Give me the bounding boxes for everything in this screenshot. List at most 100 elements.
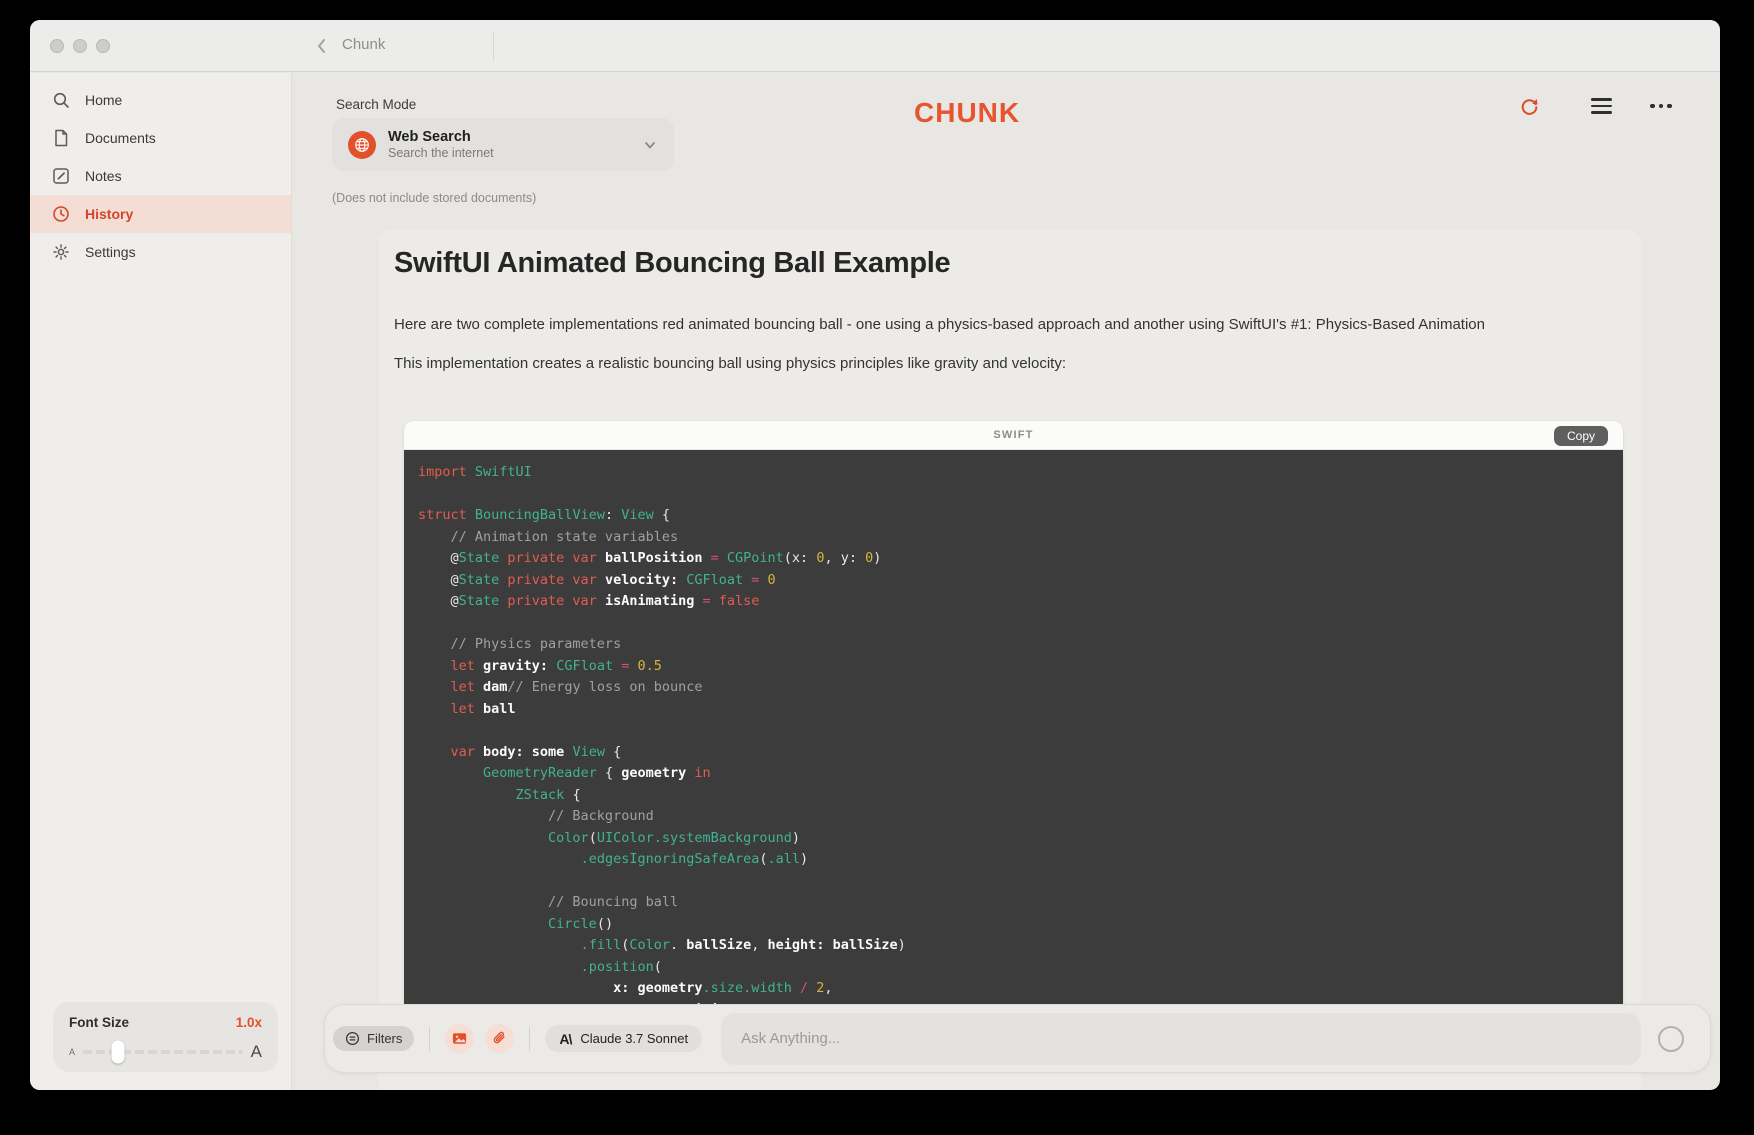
result-card: SwiftUI Animated Bouncing Ball Example H… (379, 229, 1641, 1090)
code-line (418, 871, 1623, 893)
refresh-button[interactable] (1516, 93, 1542, 119)
composer-divider (429, 1027, 430, 1051)
code-line (418, 484, 1623, 506)
font-size-label: Font Size (69, 1015, 129, 1030)
window-title: Chunk (342, 36, 385, 53)
mode-subtitle: Search the internet (388, 146, 630, 160)
zoom-button[interactable] (96, 39, 110, 53)
sidebar-item-label: History (85, 206, 133, 222)
article-paragraph: This implementation creates a realistic … (394, 354, 1594, 373)
image-icon (451, 1030, 468, 1047)
sidebar-item-notes[interactable]: Notes (30, 157, 291, 195)
sidebar-items: Home Documents Notes History Settings (30, 73, 291, 271)
composer-divider (529, 1027, 530, 1051)
history-icon (52, 205, 70, 223)
sidebar: Home Documents Notes History Settings Font S… (30, 73, 292, 1090)
composer-bar: Filters A\ Claude 3.7 Sonnet (324, 1004, 1711, 1073)
font-size-max-label: A (251, 1042, 262, 1062)
code-line: let gravity: CGFloat = 0.5 (418, 656, 1623, 678)
font-size-value: 1.0x (236, 1015, 262, 1030)
code-line: @State private var ballPosition = CGPoin… (418, 548, 1623, 570)
code-line: let ball (418, 699, 1623, 721)
sidebar-item-label: Documents (85, 130, 156, 146)
code-line: .fill(Color. ballSize, height: ballSize) (418, 935, 1623, 957)
notes-icon (52, 167, 70, 185)
code-line: // Animation state variables (418, 527, 1623, 549)
code-line: let dam// Energy loss on bounce (418, 677, 1623, 699)
titlebar: Chunk (30, 20, 1720, 72)
font-size-min-label: A (69, 1047, 75, 1057)
document-icon (52, 129, 70, 147)
sidebar-item-home[interactable]: Home (30, 81, 291, 119)
code-line: @State private var isAnimating = false (418, 591, 1623, 613)
mode-text: Web Search Search the internet (388, 129, 630, 160)
code-line: // Physics parameters (418, 634, 1623, 656)
slider-thumb[interactable] (112, 1041, 125, 1064)
code-line: x: geometry.size.width / 2, (418, 978, 1623, 1000)
filters-label: Filters (367, 1031, 402, 1046)
search-mode-dropdown[interactable]: Web Search Search the internet (332, 118, 674, 171)
ellipsis-icon (1650, 104, 1672, 109)
code-line: // Bouncing ball (418, 892, 1623, 914)
hamburger-icon (1591, 98, 1612, 113)
attach-button[interactable] (485, 1024, 514, 1053)
code-line: var body: some View { (418, 742, 1623, 764)
code-line: .position( (418, 957, 1623, 979)
search-icon (52, 91, 70, 109)
settings-icon (52, 243, 70, 261)
sidebar-item-settings[interactable]: Settings (30, 233, 291, 271)
chevron-left-icon (310, 34, 334, 58)
app-logo: CHUNK (914, 97, 1020, 129)
code-line: struct BouncingBallView: View { (418, 505, 1623, 527)
globe-icon (348, 131, 376, 159)
font-size-slider[interactable] (83, 1050, 243, 1054)
refresh-icon (1518, 95, 1541, 118)
search-mode-note: (Does not include stored documents) (332, 191, 536, 205)
sidebar-item-label: Home (85, 92, 122, 108)
menu-button[interactable] (1588, 93, 1614, 119)
record-status-button[interactable] (1658, 1026, 1684, 1052)
sidebar-item-label: Settings (85, 244, 136, 260)
code-line: import SwiftUI (418, 462, 1623, 484)
code-block: SWIFT Copy import SwiftUI struct Bouncin… (404, 421, 1623, 1006)
code-line: @State private var velocity: CGFloat = 0 (418, 570, 1623, 592)
model-label: Claude 3.7 Sonnet (580, 1031, 688, 1046)
article-title: SwiftUI Animated Bouncing Ball Example (394, 247, 950, 280)
filter-icon (345, 1031, 360, 1046)
code-language-label: SWIFT (993, 429, 1033, 441)
model-selector[interactable]: A\ Claude 3.7 Sonnet (545, 1025, 702, 1052)
code-line: // Background (418, 806, 1623, 828)
ask-input[interactable] (721, 1013, 1641, 1065)
image-button[interactable] (445, 1024, 474, 1053)
code-lines: import SwiftUI struct BouncingBallView: … (404, 450, 1623, 1006)
code-header: SWIFT Copy (404, 421, 1623, 450)
mode-title: Web Search (388, 129, 630, 145)
code-line (418, 613, 1623, 635)
code-line: .edgesIgnoringSafeArea(.all) (418, 849, 1623, 871)
anthropic-logo-icon: A\ (559, 1031, 571, 1047)
code-line (418, 720, 1623, 742)
paperclip-icon (491, 1030, 508, 1047)
minimize-button[interactable] (73, 39, 87, 53)
code-line: ZStack { (418, 785, 1623, 807)
titlebar-divider (493, 31, 494, 61)
article-paragraphs: Here are two complete implementations re… (394, 295, 1594, 373)
sidebar-item-documents[interactable]: Documents (30, 119, 291, 157)
content-area: Search Mode Web Search Search the intern… (293, 73, 1720, 1090)
article-paragraph: Here are two complete implementations re… (394, 315, 1594, 334)
app-window: Chunk Home Documents Notes History Settings … (30, 20, 1720, 1090)
code-line: Color(UIColor.systemBackground) (418, 828, 1623, 850)
copy-button[interactable]: Copy (1554, 426, 1608, 446)
more-options-button[interactable] (1648, 93, 1674, 119)
traffic-lights (50, 39, 110, 53)
sidebar-item-history[interactable]: History (30, 195, 291, 233)
font-size-panel: Font Size 1.0x A A (53, 1002, 278, 1072)
sidebar-item-label: Notes (85, 168, 122, 184)
back-button[interactable] (310, 34, 334, 58)
code-line: GeometryReader { geometry in (418, 763, 1623, 785)
chevron-down-icon (642, 137, 658, 153)
close-button[interactable] (50, 39, 64, 53)
filters-button[interactable]: Filters (333, 1026, 414, 1051)
code-line: Circle() (418, 914, 1623, 936)
search-mode-label: Search Mode (336, 97, 416, 112)
